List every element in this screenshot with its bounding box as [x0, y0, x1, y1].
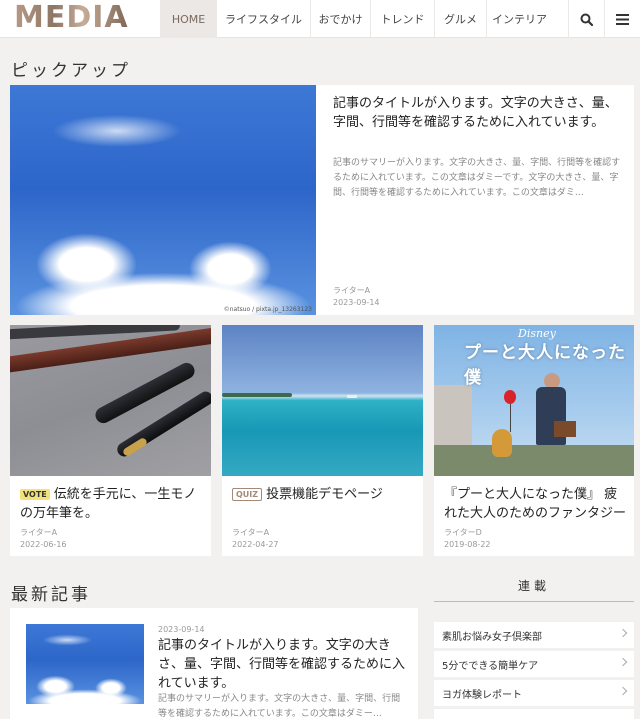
sidebar-item-yoga[interactable]: ヨガ体験レポート — [434, 680, 634, 706]
pickup-heading: ピックアップ — [11, 61, 131, 81]
quiz-badge: QUIZ — [232, 488, 263, 501]
vote-badge: VOTE — [20, 489, 50, 500]
featured-title[interactable]: 記事のタイトルが入ります。文字の大きさ、量、字間、行間等を確認するために入れてい… — [333, 94, 625, 132]
nav-interior[interactable]: インテリア — [486, 0, 552, 38]
fountain-pen-image — [10, 325, 211, 476]
sidebar-item-next[interactable] — [434, 709, 634, 719]
featured-date: 2023-09-14 — [333, 298, 380, 307]
latest-thumbnail — [26, 624, 144, 704]
site-logo[interactable]: MEDIA — [14, 3, 129, 33]
card-author: ライターD — [444, 528, 482, 537]
card-title[interactable]: QUIZ 投票機能デモページ — [232, 485, 417, 504]
search-icon[interactable] — [568, 0, 604, 38]
sidebar-series-header: 連載 — [434, 572, 634, 602]
latest-date: 2023-09-14 — [158, 625, 205, 634]
site-header: MEDIA HOME ライフスタイル おでかけ トレンド グルメ インテリア — [0, 0, 640, 38]
chevron-right-icon — [618, 657, 628, 667]
nav-trend[interactable]: トレンド — [370, 0, 434, 38]
featured-article-card[interactable]: ©natsuo / pixta.jp_13263123 記事のタイトルが入ります… — [10, 85, 634, 315]
nav-lifestyle[interactable]: ライフスタイル — [216, 0, 310, 38]
nav-odekake[interactable]: おでかけ — [310, 0, 370, 38]
card-date: 2019-08-22 — [444, 540, 491, 549]
sidebar-item-label: 素肌お悩み女子倶楽部 — [442, 631, 542, 643]
article-card[interactable]: Disney プーと大人になった僕 『プーと大人になった僕』 疲れた大人のための… — [434, 325, 634, 556]
latest-article-item[interactable]: 2023-09-14 記事のタイトルが入ります。文字の大きさ、量、字間、行間等を… — [10, 608, 418, 719]
card-title-text: 投票機能デモページ — [266, 487, 383, 502]
nav-gourmet[interactable]: グルメ — [434, 0, 486, 38]
nav-home[interactable]: HOME — [160, 0, 216, 38]
sidebar-title: 連載 — [517, 579, 550, 593]
sidebar-item-label: ヨガ体験レポート — [442, 689, 522, 701]
article-card[interactable]: QUIZ 投票機能デモページ ライターA 2022-04-27 — [222, 325, 423, 556]
sidebar-item-label: 5分でできる簡単ケア — [442, 660, 539, 672]
ocean-image — [222, 325, 423, 476]
latest-summary: 記事のサマリーが入ります。文字の大きさ、量、字間、行間等を確認するために入れてい… — [158, 694, 401, 719]
sidebar-item-easy-care[interactable]: 5分でできる簡単ケア — [434, 651, 634, 677]
menu-icon[interactable] — [604, 0, 640, 38]
latest-heading: 最新記事 — [11, 585, 91, 605]
featured-author: ライターA — [333, 286, 371, 295]
card-date: 2022-06-16 — [20, 540, 67, 549]
sidebar-item-skin-club[interactable]: 素肌お悩み女子倶楽部 — [434, 622, 634, 648]
card-title[interactable]: 『プーと大人になった僕』 疲れた大人のためのファンタジー — [444, 485, 629, 523]
article-card[interactable]: VOTE 伝統を手元に、一生モノの万年筆を。 ライターA 2022-06-16 — [10, 325, 211, 556]
chevron-right-icon — [618, 686, 628, 696]
card-author: ライターA — [20, 528, 58, 537]
featured-summary: 記事のサマリーが入ります。文字の大きさ、量、字間、行間等を確認するために入れてい… — [333, 158, 621, 198]
card-author: ライターA — [232, 528, 270, 537]
image-credit: ©natsuo / pixta.jp_13263123 — [223, 306, 312, 313]
movie-poster-image: Disney プーと大人になった僕 — [434, 325, 634, 476]
latest-title[interactable]: 記事のタイトルが入ります。文字の大きさ、量、字間、行間等を確認するために入れてい… — [158, 636, 408, 693]
card-title[interactable]: VOTE 伝統を手元に、一生モノの万年筆を。 — [20, 485, 205, 523]
main-nav: HOME ライフスタイル おでかけ トレンド グルメ インテリア — [160, 0, 552, 38]
card-date: 2022-04-27 — [232, 540, 279, 549]
featured-sky-image: ©natsuo / pixta.jp_13263123 — [10, 85, 316, 315]
chevron-right-icon — [618, 628, 628, 638]
